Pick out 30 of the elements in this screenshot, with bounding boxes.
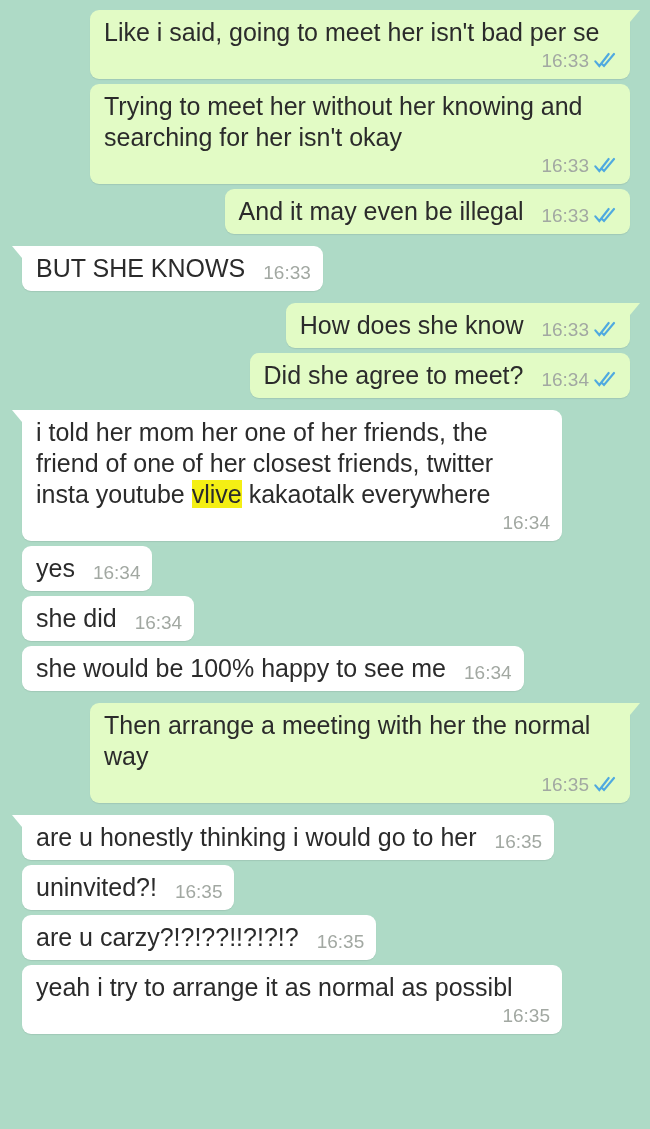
message-text: How does she know <box>299 310 524 341</box>
message-text: she would be 100% happy to see me <box>36 653 446 684</box>
message-time: 16:33 <box>263 260 311 285</box>
message-text: Then arrange a meeting with her the normal way <box>104 710 592 772</box>
message-time: 16:33 <box>541 153 589 178</box>
message-time: 16:34 <box>464 660 512 685</box>
message-time: 16:35 <box>494 829 543 854</box>
message-text: Trying to meet her without her knowing and searching for her isn't okay <box>104 91 584 153</box>
message-time: 16:34 <box>134 610 183 635</box>
message-text: are u carzy?!?!??!!?!?!? <box>36 922 299 953</box>
message-text: And it may even be illegal <box>238 196 524 227</box>
message-time: 16:35 <box>541 772 589 797</box>
message-time: 16:35 <box>174 879 223 904</box>
message-text: BUT SHE KNOWS <box>36 253 246 284</box>
message-text: yes <box>36 553 75 584</box>
message-time: 16:34 <box>502 510 550 535</box>
message-text: are u honestly thinking i would go to her <box>36 822 477 853</box>
message-time: 16:33 <box>541 48 589 73</box>
message-time: 16:35 <box>502 1003 550 1028</box>
message-text: uninvited?! <box>36 872 157 903</box>
message-time: 16:34 <box>92 560 141 585</box>
message-text: yeah i try to arrange it as normal as possibl <box>36 972 513 1003</box>
message-time: 16:35 <box>316 929 365 954</box>
message-time: 16:34 <box>541 367 589 392</box>
message-text: she did <box>36 603 117 634</box>
message-text: i told her mom her one of her friends, the friend of one of her closest friends, twitter insta youtube vlive kakaotalk everywhere <box>36 417 495 510</box>
message-text: Like i said, going to meet her isn't bad per se <box>104 17 600 48</box>
message-time: 16:33 <box>541 203 589 228</box>
message-time: 16:33 <box>541 317 589 342</box>
message-text: Did she agree to meet? <box>263 360 524 391</box>
